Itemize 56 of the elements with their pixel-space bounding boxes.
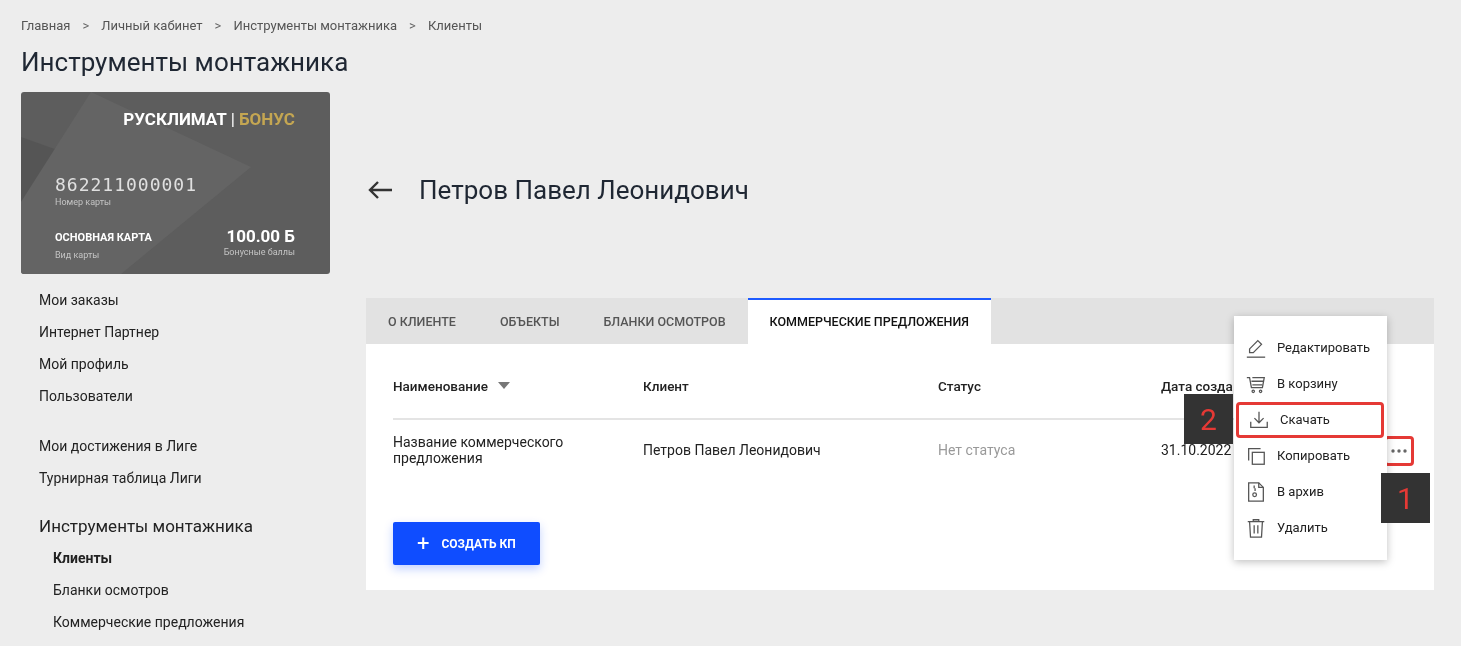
breadcrumb-link[interactable]: Инструменты монтажника [233, 16, 398, 36]
breadcrumb-separator: > [82, 17, 90, 36]
sidebar-item[interactable]: Турнирная таблица Лиги [39, 462, 202, 494]
sort-caret-icon[interactable] [497, 382, 510, 390]
sidebar-item[interactable]: Пользователи [39, 380, 133, 412]
tab[interactable]: ОБЪЕКТЫ [477, 298, 582, 344]
column-header[interactable]: Статус [938, 375, 981, 396]
menu-item[interactable]: Редактировать [1236, 330, 1384, 366]
tab[interactable]: БЛАНКИ ОСМОТРОВ [581, 298, 748, 344]
breadcrumb-link[interactable]: Клиенты [427, 16, 482, 36]
sidebar-item[interactable]: Мои достижения в Лиге [39, 430, 198, 462]
download-icon [1248, 409, 1270, 431]
menu-item[interactable]: Копировать [1236, 438, 1384, 474]
card-program: БОНУС [238, 108, 295, 131]
sidebar-item[interactable]: Бланки осмотров [53, 574, 169, 606]
breadcrumb-link[interactable]: Личный кабинет [101, 16, 203, 36]
copy-icon [1245, 445, 1267, 467]
annotation-number: 1 [1381, 473, 1430, 523]
sidebar-item[interactable]: Интернет Партнер [39, 316, 160, 348]
bonus-balance: 100.00 Б [225, 226, 295, 246]
breadcrumb-link[interactable]: Главная [21, 16, 71, 36]
menu-item[interactable]: Скачать [1236, 402, 1384, 438]
column-header[interactable]: Наименование [393, 375, 488, 396]
create-button[interactable]: + СОЗДАТЬ КП [393, 522, 540, 565]
sidebar-heading: Инструменты монтажника [39, 515, 254, 538]
sidebar-item[interactable]: Мои заказы [39, 284, 119, 316]
table-cell-text: Название коммерческого предложения [393, 434, 565, 466]
card-number-label: Номер карты [55, 196, 113, 209]
column-header[interactable]: Клиент [643, 375, 689, 396]
table-cell-text: Нет статуса [938, 440, 1017, 460]
card-type-label: Вид карты [55, 248, 101, 262]
card-brand-separator: | [230, 108, 235, 131]
menu-item[interactable]: В архив [1236, 474, 1384, 510]
sidebar-item[interactable]: Клиенты [53, 542, 113, 574]
table-cell-text: Петров Павел Леонидович [643, 440, 822, 460]
tab[interactable]: О КЛИЕНТЕ [366, 298, 478, 344]
menu-item[interactable]: Удалить [1236, 510, 1384, 546]
card-brand: РУСКЛИМАТ [123, 108, 227, 131]
back-arrow-icon[interactable] [367, 180, 393, 200]
more-dots-icon [1391, 449, 1407, 453]
sidebar-item[interactable]: Мой профиль [39, 348, 129, 380]
breadcrumb-separator: > [409, 17, 416, 36]
card-number: 862211000001 [55, 174, 198, 196]
pencil-icon [1245, 337, 1267, 359]
client-name: Петров Павел Леонидович [419, 173, 749, 207]
archive-file-icon [1245, 481, 1267, 503]
trash-icon [1245, 517, 1267, 539]
sidebar-item[interactable]: Коммерческие предложения [53, 606, 245, 638]
breadcrumb-separator: > [214, 17, 222, 36]
tab[interactable]: КОММЕРЧЕСКИЕ ПРЕДЛОЖЕНИЯ [747, 298, 991, 344]
page-title: Инструменты монтажника [21, 46, 350, 78]
menu-item[interactable]: В корзину [1236, 366, 1384, 402]
card-type: ОСНОВНАЯ КАРТА [55, 230, 152, 246]
bonus-balance-label: Бонусные баллы [223, 246, 295, 259]
annotation-number: 2 [1184, 394, 1233, 444]
column-header[interactable]: Дата созда [1161, 375, 1233, 396]
